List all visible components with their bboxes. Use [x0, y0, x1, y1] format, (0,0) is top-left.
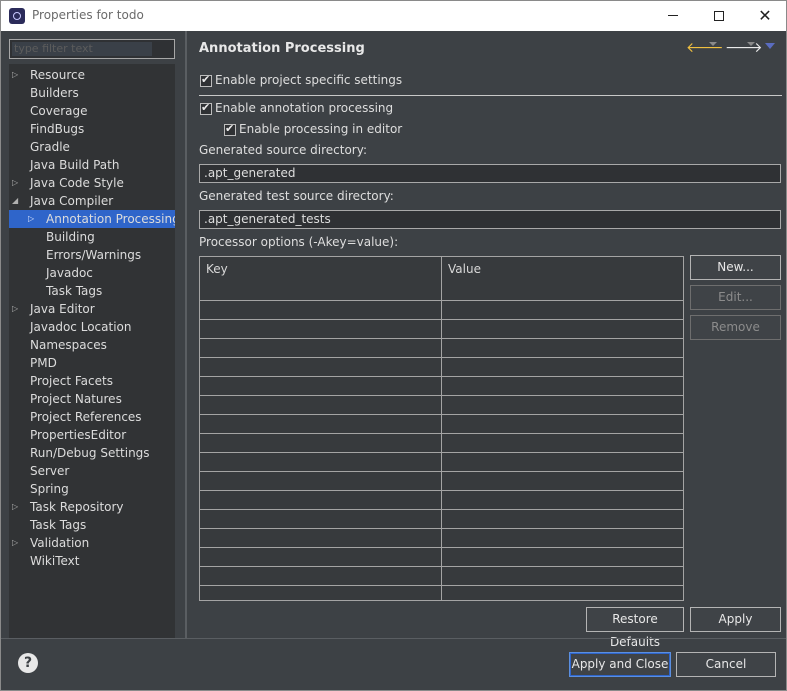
table-row[interactable] — [200, 300, 683, 319]
tree-item-label: Annotation Processing — [46, 212, 175, 226]
cancel-button[interactable]: Cancel — [676, 652, 776, 677]
table-row[interactable] — [200, 414, 683, 433]
apply-button[interactable]: Apply — [690, 607, 781, 632]
table-row[interactable] — [200, 319, 683, 338]
table-row[interactable] — [200, 547, 683, 566]
tree-item-java-build-path[interactable]: Java Build Path — [30, 156, 119, 174]
filter-input[interactable]: type filter text — [9, 39, 175, 59]
edit-button[interactable]: Edit... — [690, 285, 781, 310]
tree-item-resource[interactable]: Resource — [30, 66, 85, 84]
table-row[interactable] — [200, 585, 683, 600]
table-row[interactable] — [200, 338, 683, 357]
collapse-arrow-icon[interactable]: ◢ — [12, 192, 22, 210]
table-row[interactable] — [200, 490, 683, 509]
table-row[interactable] — [200, 433, 683, 452]
enable-project-specific-checkbox[interactable] — [200, 73, 212, 87]
tree-item-errors-warnings[interactable]: Errors/Warnings — [46, 246, 141, 264]
table-row[interactable] — [200, 395, 683, 414]
window-title: Properties for todo — [32, 8, 144, 22]
column-header-value[interactable]: Value — [442, 257, 683, 300]
view-menu-icon[interactable] — [765, 43, 775, 49]
tree-item-building[interactable]: Building — [46, 228, 95, 246]
tree-item-project-references[interactable]: Project References — [30, 408, 142, 426]
separator — [199, 95, 782, 96]
enable-in-editor-checkbox[interactable] — [224, 122, 236, 136]
tree-item-java-editor[interactable]: Java Editor — [30, 300, 95, 318]
tree-item-validation[interactable]: Validation — [30, 534, 89, 552]
tree-item-task-tags[interactable]: Task Tags — [30, 516, 86, 534]
enable-annotation-processing-label[interactable]: Enable annotation processing — [215, 101, 393, 115]
tree-item-java-compiler[interactable]: Java Compiler — [30, 192, 113, 210]
tree-item-annotation-processing[interactable]: ▷ Annotation Processing — [9, 210, 175, 228]
tree-item-properties-editor[interactable]: PropertiesEditor — [30, 426, 126, 444]
dialog-body: type filter text ▷ Resource Builders Cov… — [0, 31, 787, 691]
gen-test-field[interactable]: .apt_generated_tests — [199, 210, 781, 229]
column-header-key[interactable]: Key — [200, 257, 442, 300]
table-row[interactable] — [200, 357, 683, 376]
enable-annotation-processing-checkbox[interactable] — [200, 101, 212, 115]
tree-item-javadoc[interactable]: Javadoc — [46, 264, 93, 282]
tree-item-gradle[interactable]: Gradle — [30, 138, 70, 156]
gen-source-field[interactable]: .apt_generated — [199, 164, 781, 183]
maximize-icon[interactable] — [696, 1, 742, 31]
forward-dropdown-icon[interactable] — [747, 42, 755, 46]
gen-source-label: Generated source directory: — [199, 143, 367, 157]
minimize-icon[interactable] — [650, 1, 696, 31]
tree-item-builders[interactable]: Builders — [30, 84, 79, 102]
expand-arrow-icon[interactable]: ▷ — [12, 300, 22, 318]
filter-placeholder: type filter text — [14, 42, 93, 55]
tree-item-namespaces[interactable]: Namespaces — [30, 336, 107, 354]
table-row[interactable] — [200, 471, 683, 490]
restore-defaults-button[interactable]: Restore Defaults — [586, 607, 684, 649]
tree-item-spring[interactable]: Spring — [30, 480, 69, 498]
processor-options-table[interactable]: Key Value — [199, 256, 684, 601]
table-row[interactable] — [200, 509, 683, 528]
table-row[interactable] — [200, 528, 683, 547]
tree-item-pmd[interactable]: PMD — [30, 354, 57, 372]
help-icon[interactable]: ? — [18, 653, 38, 673]
pane-splitter[interactable] — [185, 31, 187, 638]
tree-item-project-natures[interactable]: Project Natures — [30, 390, 122, 408]
enable-project-specific-label[interactable]: Enable project specific settings — [215, 73, 402, 87]
apply-and-close-button[interactable]: Apply and Close — [569, 652, 671, 677]
expand-arrow-icon[interactable]: ▷ — [12, 498, 22, 516]
tree-item-coverage[interactable]: Coverage — [30, 102, 88, 120]
close-icon[interactable]: ✕ — [742, 1, 787, 31]
remove-button[interactable]: Remove — [690, 315, 781, 340]
tree-item-wikitext[interactable]: WikiText — [30, 552, 80, 570]
tree-item-server[interactable]: Server — [30, 462, 69, 480]
back-arrow-icon[interactable]: 🡐 — [686, 39, 724, 57]
table-row[interactable] — [200, 566, 683, 585]
tree-item-task-tags[interactable]: Task Tags — [46, 282, 102, 300]
processor-options-label: Processor options (-Akey=value): — [199, 235, 399, 249]
enable-in-editor-label[interactable]: Enable processing in editor — [239, 122, 402, 136]
gen-test-label: Generated test source directory: — [199, 189, 394, 203]
preference-tree: ▷ Resource Builders Coverage FindBugs Gr… — [9, 64, 175, 638]
tree-item-task-repository[interactable]: Task Repository — [30, 498, 124, 516]
title-bar: Properties for todo ✕ — [0, 0, 787, 31]
tree-item-run-debug-settings[interactable]: Run/Debug Settings — [30, 444, 150, 462]
expand-arrow-icon[interactable]: ▷ — [12, 66, 22, 84]
table-row[interactable] — [200, 452, 683, 471]
expand-arrow-icon[interactable]: ▷ — [12, 534, 22, 552]
expand-arrow-icon[interactable]: ▷ — [12, 174, 22, 192]
back-dropdown-icon[interactable] — [709, 42, 717, 46]
eclipse-app-icon — [9, 8, 25, 24]
forward-arrow-icon[interactable]: 🡒 — [725, 39, 763, 57]
tree-item-java-code-style[interactable]: Java Code Style — [30, 174, 124, 192]
footer-separator — [1, 638, 786, 639]
new-button[interactable]: New... — [690, 255, 781, 280]
tree-item-project-facets[interactable]: Project Facets — [30, 372, 113, 390]
tree-item-findbugs[interactable]: FindBugs — [30, 120, 84, 138]
page-title: Annotation Processing — [199, 41, 365, 56]
tree-item-javadoc-location[interactable]: Javadoc Location — [30, 318, 131, 336]
expand-arrow-icon[interactable]: ▷ — [28, 210, 38, 228]
table-row[interactable] — [200, 376, 683, 395]
